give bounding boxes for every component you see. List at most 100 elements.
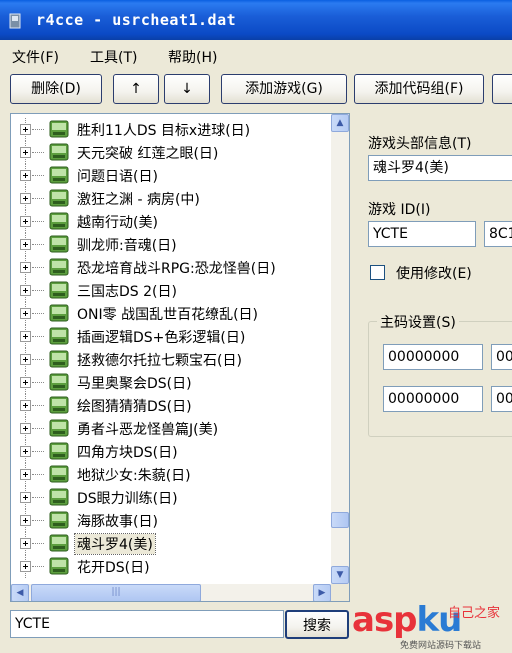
- tree-item[interactable]: 胜利11人DS 目标x进球(日): [11, 118, 323, 141]
- title-bar[interactable]: r4cce - usrcheat1.dat: [0, 0, 512, 40]
- menu-help[interactable]: 帮助(H): [168, 47, 217, 67]
- game-cartridge-icon: [49, 396, 69, 414]
- tree-item[interactable]: 插画逻辑DS+色彩逻辑(日): [11, 325, 323, 348]
- master-code-field-3[interactable]: 00000000: [383, 386, 483, 412]
- vertical-scroll-thumb[interactable]: [331, 512, 349, 528]
- expand-icon[interactable]: [20, 239, 31, 250]
- tree-branch: [32, 129, 44, 130]
- vertical-scrollbar[interactable]: ▲ ▼: [331, 114, 349, 584]
- tree-item[interactable]: 马里奥聚会DS(日): [11, 371, 323, 394]
- expand-icon[interactable]: [20, 538, 31, 549]
- scroll-down-icon[interactable]: ▼: [331, 566, 349, 584]
- menu-tools[interactable]: 工具(T): [90, 47, 137, 67]
- expand-icon[interactable]: [20, 170, 31, 181]
- tree-branch: [32, 244, 44, 245]
- tree-branch: [32, 405, 44, 406]
- expand-icon[interactable]: [20, 469, 31, 480]
- delete-button[interactable]: 删除(D): [10, 74, 102, 104]
- tree-branch: [32, 382, 44, 383]
- game-cartridge-icon: [49, 327, 69, 345]
- game-id-field-2[interactable]: 8C1: [484, 221, 512, 247]
- expand-icon[interactable]: [20, 147, 31, 158]
- expand-icon[interactable]: [20, 216, 31, 227]
- tree-item[interactable]: 天元突破 红莲之眼(日): [11, 141, 323, 164]
- tree-branch: [32, 520, 44, 521]
- search-input[interactable]: YCTE: [10, 610, 284, 638]
- tree-branch: [32, 451, 44, 452]
- game-header-field[interactable]: 魂斗罗4(美): [368, 155, 512, 181]
- game-cartridge-icon: [49, 258, 69, 276]
- game-cartridge-icon: [49, 212, 69, 230]
- use-modify-label: 使用修改(E): [396, 266, 472, 282]
- tree-item-label: 魂斗罗4(美): [74, 533, 156, 555]
- tree-item-label: 恐龙培育战斗RPG:恐龙怪兽(日): [77, 261, 276, 277]
- expand-icon[interactable]: [20, 400, 31, 411]
- tree-item-label: 驯龙师:音魂(日): [77, 238, 177, 254]
- game-cartridge-icon: [49, 557, 69, 575]
- tree-item[interactable]: 驯龙师:音魂(日): [11, 233, 323, 256]
- tree-item[interactable]: 花开DS(日): [11, 555, 323, 578]
- tree-item[interactable]: DS眼力训练(日): [11, 486, 323, 509]
- tree-branch: [32, 267, 44, 268]
- game-cartridge-icon: [49, 304, 69, 322]
- scroll-left-icon[interactable]: ◀: [11, 584, 29, 601]
- menu-file[interactable]: 文件(F): [12, 47, 59, 67]
- tree-item[interactable]: 拯救德尔托拉七颗宝石(日): [11, 348, 323, 371]
- game-cartridge-icon: [49, 488, 69, 506]
- game-cartridge-icon: [49, 235, 69, 253]
- horizontal-scrollbar[interactable]: ◀ ||| ▶: [11, 584, 331, 601]
- expand-icon[interactable]: [20, 561, 31, 572]
- tree-branch: [32, 313, 44, 314]
- add-code-group-button[interactable]: 添加代码组(F): [354, 74, 484, 104]
- expand-icon[interactable]: [20, 446, 31, 457]
- expand-icon[interactable]: [20, 262, 31, 273]
- tree-item[interactable]: 绘图猜猜猜DS(日): [11, 394, 323, 417]
- detail-panel: 游戏头部信息(T) 魂斗罗4(美) 游戏 ID(I) YCTE 8C1 使用修改…: [356, 113, 512, 602]
- move-down-button[interactable]: ↓: [164, 74, 210, 104]
- tree-item-label: 三国志DS 2(日): [77, 284, 177, 300]
- tree-item[interactable]: 激狂之渊 - 病房(中): [11, 187, 323, 210]
- expand-icon[interactable]: [20, 354, 31, 365]
- tree-item-label: 花开DS(日): [77, 560, 150, 576]
- expand-icon[interactable]: [20, 308, 31, 319]
- tree-item[interactable]: 海豚故事(日): [11, 509, 323, 532]
- horizontal-scroll-thumb[interactable]: |||: [31, 584, 201, 601]
- tree-item[interactable]: 恐龙培育战斗RPG:恐龙怪兽(日): [11, 256, 323, 279]
- tree-item[interactable]: 四角方块DS(日): [11, 440, 323, 463]
- tree-item[interactable]: ONI零 战国乱世百花缭乱(日): [11, 302, 323, 325]
- expand-icon[interactable]: [20, 377, 31, 388]
- tree-item[interactable]: 越南行动(美): [11, 210, 323, 233]
- master-code-field-1[interactable]: 00000000: [383, 344, 483, 370]
- expand-icon[interactable]: [20, 285, 31, 296]
- use-modify-checkbox[interactable]: [370, 265, 385, 280]
- tree-item[interactable]: 问题日语(日): [11, 164, 323, 187]
- master-code-field-4[interactable]: 00: [491, 386, 512, 412]
- game-cartridge-icon: [49, 350, 69, 368]
- search-button[interactable]: 搜索: [285, 610, 349, 639]
- expand-icon[interactable]: [20, 193, 31, 204]
- expand-icon[interactable]: [20, 423, 31, 434]
- expand-icon[interactable]: [20, 124, 31, 135]
- game-tree[interactable]: 胜利11人DS 目标x进球(日) 天元突破 红莲之眼(日) 问题日语(日) 激狂之渊 …: [10, 113, 350, 602]
- tree-item[interactable]: 三国志DS 2(日): [11, 279, 323, 302]
- expand-icon[interactable]: [20, 331, 31, 342]
- tree-branch: [32, 543, 44, 544]
- expand-icon[interactable]: [20, 515, 31, 526]
- tree-branch: [32, 428, 44, 429]
- scroll-up-icon[interactable]: ▲: [331, 114, 349, 132]
- tree-item[interactable]: 魂斗罗4(美): [11, 532, 323, 555]
- tree-branch: [32, 198, 44, 199]
- tree-branch: [32, 474, 44, 475]
- game-cartridge-icon: [49, 166, 69, 184]
- move-up-button[interactable]: ↑: [113, 74, 159, 104]
- tree-item[interactable]: 勇者斗恶龙怪兽篇J(美): [11, 417, 323, 440]
- master-code-field-2[interactable]: 00: [491, 344, 512, 370]
- tree-item[interactable]: 地狱少女:朱藐(日): [11, 463, 323, 486]
- toolbar-overflow-button[interactable]: [492, 74, 512, 104]
- game-id-field[interactable]: YCTE: [368, 221, 476, 247]
- game-cartridge-icon: [49, 511, 69, 529]
- expand-icon[interactable]: [20, 492, 31, 503]
- menu-bar: 文件(F) 工具(T) 帮助(H): [0, 40, 512, 72]
- add-game-button[interactable]: 添加游戏(G): [221, 74, 347, 104]
- scroll-right-icon[interactable]: ▶: [313, 584, 331, 601]
